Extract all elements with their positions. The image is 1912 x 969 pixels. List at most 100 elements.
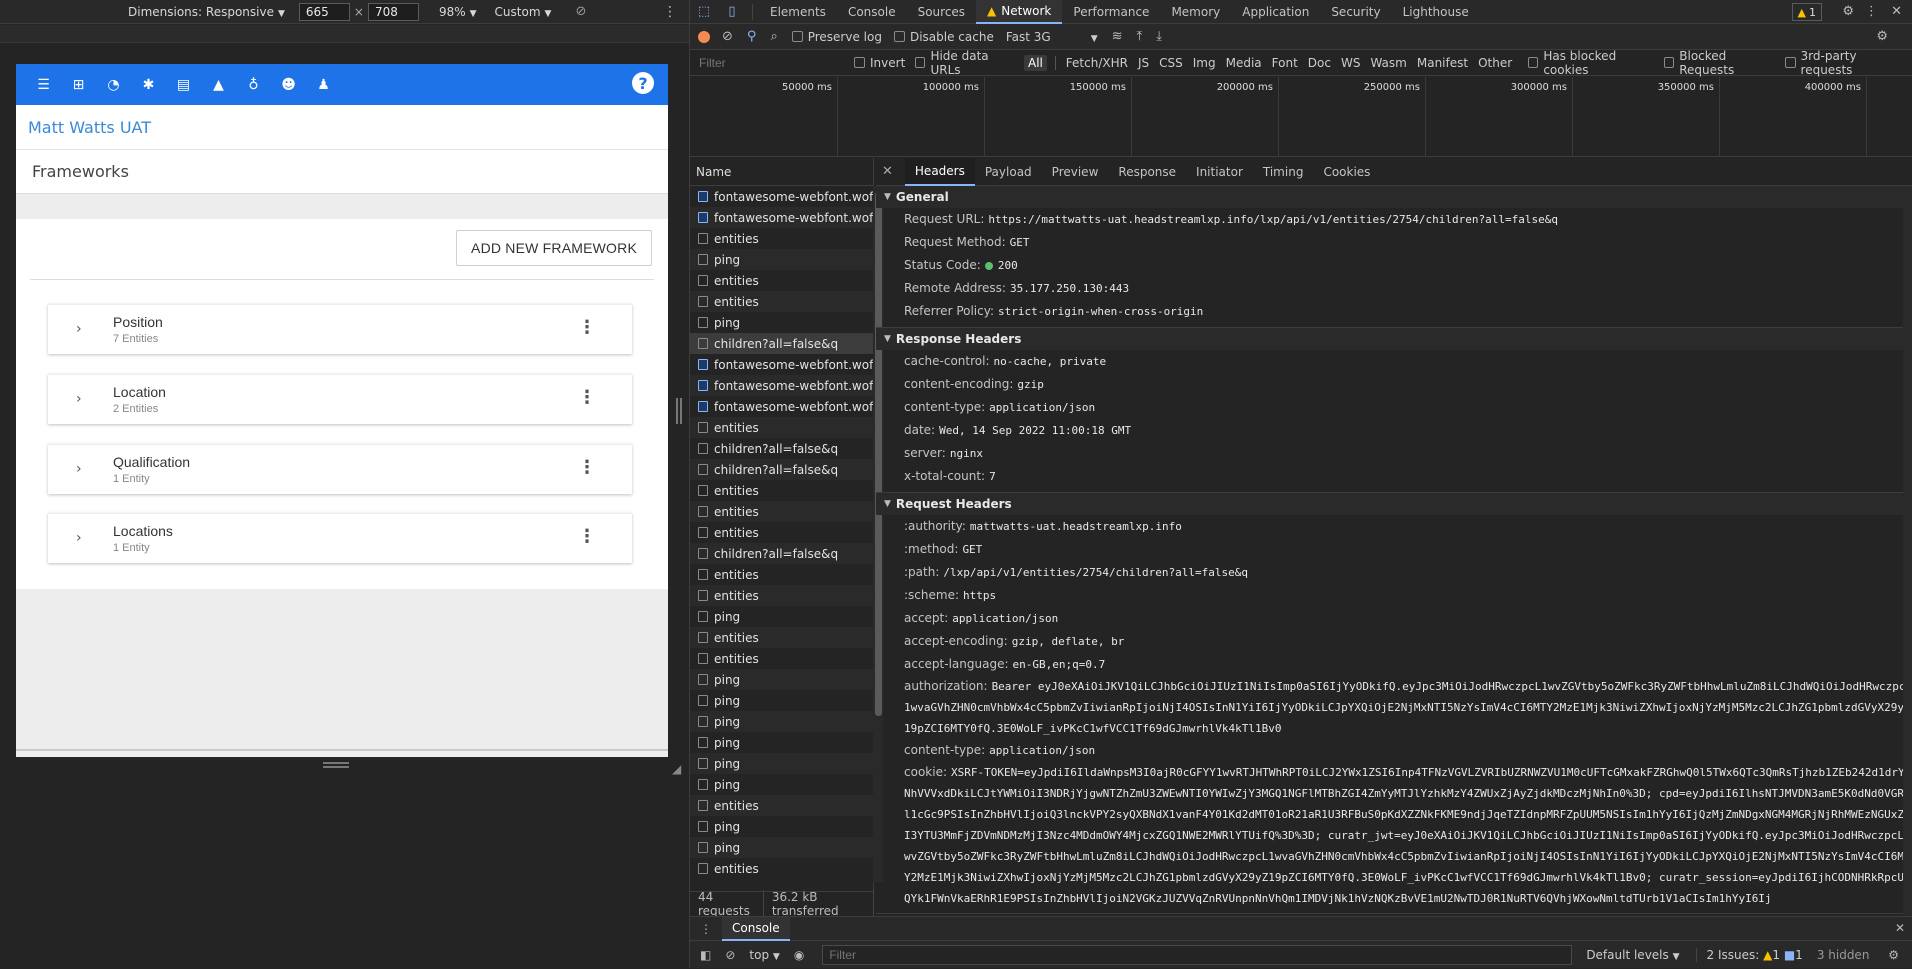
- more-options-icon[interactable]: ⋮: [663, 4, 677, 20]
- filter-type-img[interactable]: Img: [1189, 55, 1220, 71]
- request-row[interactable]: ping: [690, 732, 873, 753]
- chevron-right-icon[interactable]: ›: [76, 391, 82, 407]
- tab-response[interactable]: Response: [1108, 158, 1186, 186]
- preserve-log-checkbox[interactable]: Preserve log: [791, 30, 882, 44]
- framework-item-qualification[interactable]: › Qualification 1 Entity ⋮: [48, 444, 632, 494]
- tab-initiator[interactable]: Initiator: [1186, 158, 1253, 186]
- lightbulb-icon[interactable]: ♁: [236, 64, 271, 105]
- request-row[interactable]: children?all=false&q: [690, 438, 873, 459]
- filter-type-css[interactable]: CSS: [1155, 55, 1187, 71]
- request-row[interactable]: entities: [690, 585, 873, 606]
- filter-type-font[interactable]: Font: [1268, 55, 1302, 71]
- more-vert-icon[interactable]: ⋮: [578, 387, 596, 408]
- request-row[interactable]: entities: [690, 417, 873, 438]
- tab-application[interactable]: Application: [1231, 0, 1320, 24]
- request-row[interactable]: children?all=false&q: [690, 543, 873, 564]
- network-overview-timeline[interactable]: 50000 ms 100000 ms 150000 ms 200000 ms 2…: [690, 77, 1912, 157]
- request-row[interactable]: entities: [690, 522, 873, 543]
- tab-security[interactable]: Security: [1320, 0, 1391, 24]
- help-icon[interactable]: ?: [632, 72, 654, 94]
- more-vert-icon[interactable]: ⋮: [578, 457, 596, 478]
- console-issues-button[interactable]: 2 Issues: ▲1 ■1: [1695, 948, 1803, 962]
- request-row[interactable]: ping: [690, 816, 873, 837]
- filter-type-doc[interactable]: Doc: [1304, 55, 1335, 71]
- gear-icon[interactable]: ✱: [131, 64, 166, 105]
- tab-console[interactable]: Console: [837, 0, 907, 24]
- request-row[interactable]: entities: [690, 480, 873, 501]
- viewport-resize-corner-icon[interactable]: ◢: [672, 762, 681, 776]
- sidebar-toggle-icon[interactable]: ◧: [700, 948, 711, 962]
- gear-icon[interactable]: ⚙: [1842, 4, 1854, 19]
- search-icon[interactable]: ⌕: [770, 29, 777, 44]
- request-row[interactable]: ping: [690, 669, 873, 690]
- request-row[interactable]: ping: [690, 711, 873, 732]
- filter-type-ws[interactable]: WS: [1337, 55, 1364, 71]
- more-vert-icon[interactable]: ⋮: [578, 317, 596, 338]
- request-row[interactable]: entities: [690, 270, 873, 291]
- throttling-select[interactable]: Fast 3G ▼: [1006, 30, 1098, 44]
- tab-network[interactable]: ▲ Network: [976, 0, 1063, 24]
- invert-checkbox[interactable]: Invert: [854, 56, 905, 70]
- device-toggle-icon[interactable]: ▯: [718, 4, 746, 19]
- rotate-disabled-icon[interactable]: ⊘: [575, 4, 586, 19]
- has-blocked-cookies-checkbox[interactable]: Has blocked cookies: [1528, 49, 1654, 77]
- more-options-icon[interactable]: ⋮: [700, 922, 712, 936]
- framework-item-locations[interactable]: › Locations 1 Entity ⋮: [48, 513, 632, 563]
- request-row[interactable]: entities: [690, 627, 873, 648]
- request-row[interactable]: fontawesome-webfont.woff2?: [690, 354, 873, 375]
- tab-lighthouse[interactable]: Lighthouse: [1392, 0, 1480, 24]
- tab-payload[interactable]: Payload: [975, 158, 1042, 186]
- tab-elements[interactable]: Elements: [759, 0, 837, 24]
- eye-icon[interactable]: ◉: [794, 948, 804, 962]
- record-icon[interactable]: [698, 30, 710, 43]
- filter-type-other[interactable]: Other: [1474, 55, 1516, 71]
- tab-sources[interactable]: Sources: [907, 0, 976, 24]
- filter-type-manifest[interactable]: Manifest: [1413, 55, 1472, 71]
- request-row[interactable]: ping: [690, 837, 873, 858]
- log-levels-select[interactable]: Default levels ▼: [1586, 948, 1679, 962]
- framework-item-position[interactable]: › Position 7 Entities ⋮: [48, 304, 632, 354]
- request-row[interactable]: entities: [690, 228, 873, 249]
- disable-cache-checkbox[interactable]: Disable cache: [893, 30, 994, 44]
- height-input[interactable]: [367, 2, 419, 21]
- network-settings-gear-icon[interactable]: ⚙: [1876, 29, 1888, 44]
- request-row[interactable]: fontawesome-webfont.woff2?: [690, 207, 873, 228]
- request-row[interactable]: entities: [690, 291, 873, 312]
- tab-memory[interactable]: Memory: [1160, 0, 1231, 24]
- menu-icon[interactable]: ☰: [26, 64, 61, 105]
- clear-icon[interactable]: ⊘: [722, 29, 733, 44]
- request-row[interactable]: fontawesome-webfont.woff2?: [690, 186, 873, 207]
- request-row[interactable]: ping: [690, 753, 873, 774]
- more-options-icon[interactable]: ⋮: [1865, 4, 1878, 19]
- request-headers-section-toggle[interactable]: ▼ Request Headers: [876, 493, 1912, 515]
- viewport-resize-handle-bottom[interactable]: [323, 762, 349, 768]
- throttle-dropdown[interactable]: Custom ▼: [495, 5, 552, 19]
- file-icon[interactable]: ▤: [166, 64, 201, 105]
- close-icon[interactable]: ✕: [882, 164, 893, 179]
- request-row[interactable]: entities: [690, 795, 873, 816]
- filter-type-wasm[interactable]: Wasm: [1366, 55, 1410, 71]
- request-row[interactable]: entities: [690, 648, 873, 669]
- tab-cookies[interactable]: Cookies: [1313, 158, 1380, 186]
- tab-console-drawer[interactable]: Console: [722, 916, 790, 941]
- close-icon[interactable]: ✕: [1891, 4, 1902, 19]
- wifi-settings-icon[interactable]: ≋: [1112, 29, 1123, 44]
- request-row[interactable]: entities: [690, 501, 873, 522]
- inspect-element-icon[interactable]: ⬚: [690, 4, 718, 19]
- tab-headers[interactable]: Headers: [904, 158, 975, 186]
- user-icon[interactable]: ♟: [306, 64, 341, 105]
- third-party-requests-checkbox[interactable]: 3rd-party requests: [1785, 49, 1902, 77]
- request-row[interactable]: children?all=false&q: [690, 333, 873, 354]
- zoom-dropdown[interactable]: 98% ▼: [439, 5, 477, 19]
- request-row[interactable]: ping: [690, 312, 873, 333]
- dashboard-icon[interactable]: ◔: [96, 64, 131, 105]
- request-row[interactable]: entities: [690, 564, 873, 585]
- users-icon[interactable]: ☻: [271, 64, 306, 105]
- tab-preview[interactable]: Preview: [1042, 158, 1109, 186]
- tab-performance[interactable]: Performance: [1062, 0, 1160, 24]
- filter-type-js[interactable]: JS: [1134, 55, 1153, 71]
- console-filter-input[interactable]: [822, 945, 1573, 965]
- export-har-icon[interactable]: ⤓: [1156, 29, 1162, 44]
- width-input[interactable]: [298, 2, 350, 21]
- import-har-icon[interactable]: ⤒: [1137, 29, 1143, 44]
